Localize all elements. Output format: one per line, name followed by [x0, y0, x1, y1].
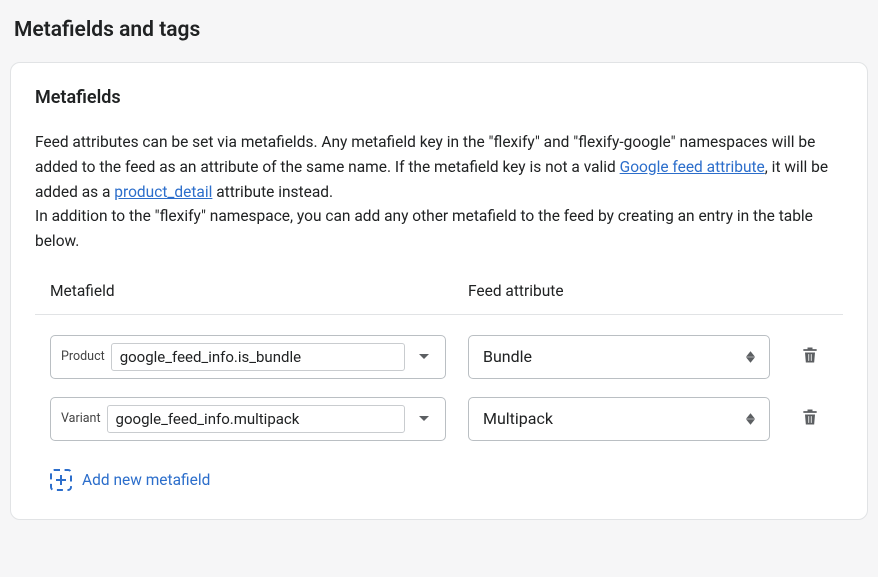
trash-icon	[800, 407, 820, 430]
desc-text: attribute instead.	[212, 183, 333, 201]
feed-attribute-select[interactable]: Multipack	[468, 397, 770, 441]
page-title: Metafields and tags	[10, 10, 868, 62]
card-title: Metafields	[35, 87, 843, 108]
desc-text: In addition to the "flexify" namespace, …	[35, 207, 813, 250]
chevron-down-icon	[413, 413, 435, 425]
feed-attribute-value: Bundle	[483, 347, 532, 366]
metafield-scope-badge: Variant	[61, 411, 101, 426]
feed-attribute-select[interactable]: Bundle	[468, 335, 770, 379]
metafield-scope-badge: Product	[61, 349, 105, 364]
chevron-down-icon	[413, 351, 435, 363]
add-label: Add new metafield	[82, 471, 210, 489]
delete-row-button[interactable]	[796, 341, 824, 372]
trash-icon	[800, 345, 820, 368]
feed-attribute-value: Multipack	[483, 409, 553, 428]
select-arrows-icon	[746, 413, 755, 425]
table-row: Product google_feed_info.is_bundle Bundl…	[35, 335, 843, 379]
product-detail-link[interactable]: product_detail	[114, 183, 212, 201]
delete-row-button[interactable]	[796, 403, 824, 434]
table-header-row: Metafield Feed attribute	[35, 282, 843, 315]
google-feed-attribute-link[interactable]: Google feed attribute	[620, 158, 765, 176]
metafield-key: google_feed_info.multipack	[107, 405, 405, 433]
metafield-select[interactable]: Variant google_feed_info.multipack	[50, 397, 446, 441]
table-row: Variant google_feed_info.multipack Multi…	[35, 397, 843, 441]
metafield-select[interactable]: Product google_feed_info.is_bundle	[50, 335, 446, 379]
metafield-key: google_feed_info.is_bundle	[111, 343, 405, 371]
column-header-attribute: Feed attribute	[468, 282, 828, 300]
card-description: Feed attributes can be set via metafield…	[35, 130, 843, 254]
column-header-metafield: Metafield	[50, 282, 468, 300]
add-dashed-icon	[50, 469, 72, 491]
select-arrows-icon	[746, 351, 755, 363]
metafields-card: Metafields Feed attributes can be set vi…	[10, 62, 868, 520]
add-new-metafield-button[interactable]: Add new metafield	[35, 459, 843, 495]
